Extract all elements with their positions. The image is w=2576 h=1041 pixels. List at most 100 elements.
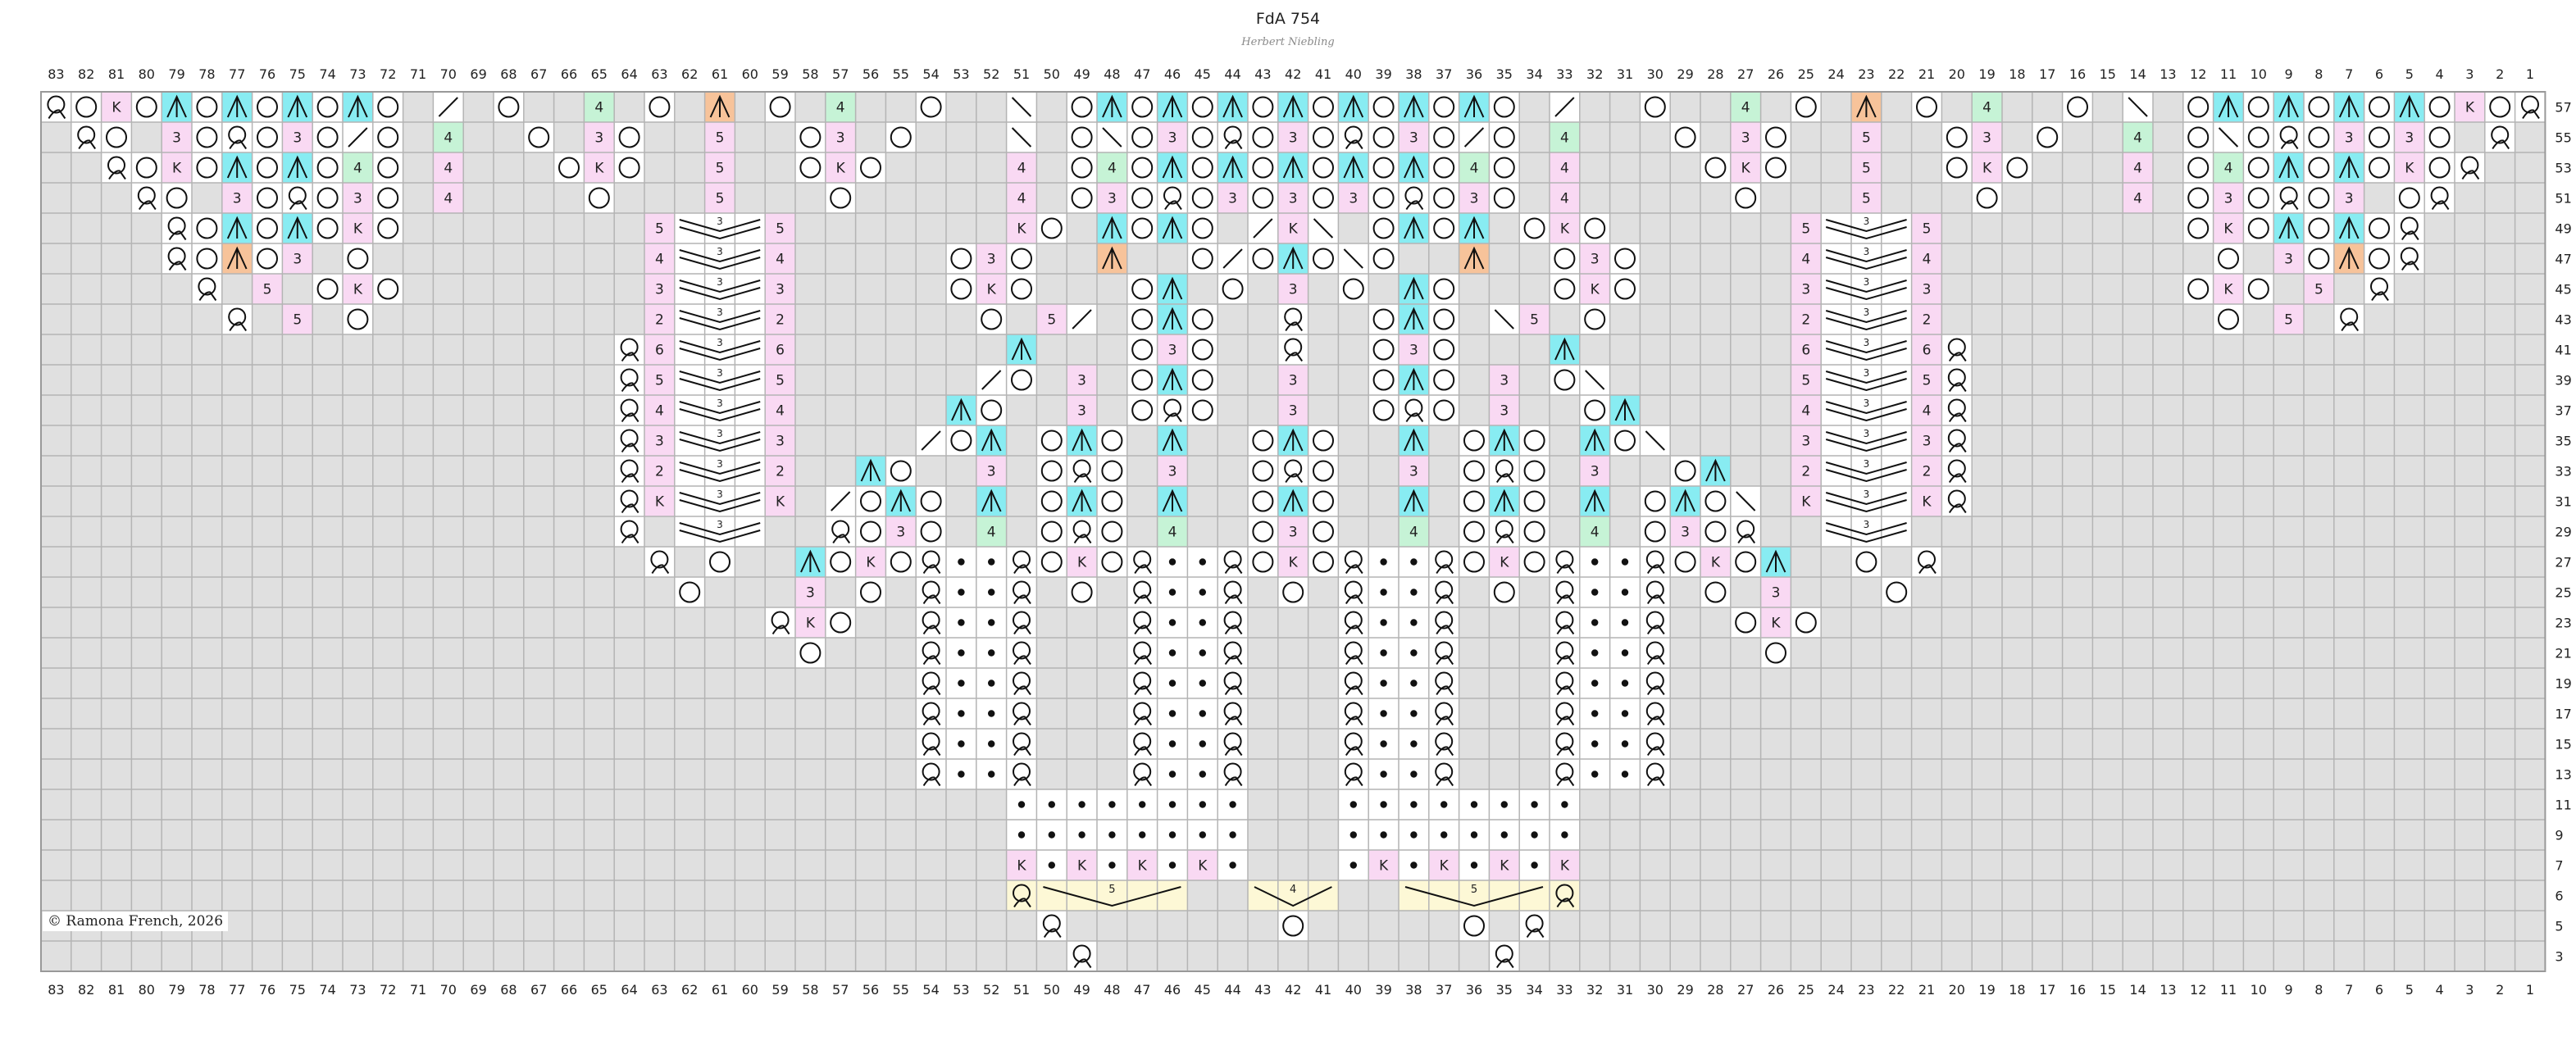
row-number: 39 [2555, 373, 2571, 389]
column-number: 2 [2496, 66, 2504, 82]
knit-into-back-symbol: K [1711, 555, 1721, 571]
column-number: 54 [922, 66, 939, 82]
purl-symbol [1621, 649, 1629, 657]
column-number: 42 [1285, 982, 1301, 998]
column-number: 1 [2526, 982, 2534, 998]
column-number: 27 [1737, 66, 1754, 82]
stitch-count-symbol: 3 [2345, 191, 2354, 207]
column-number: 49 [1073, 66, 1090, 82]
svg-text:3: 3 [717, 367, 723, 379]
purl-symbol [1078, 831, 1085, 839]
stitch-count-symbol: 2 [1801, 464, 1810, 480]
stitch-count-symbol: 3 [1591, 464, 1600, 480]
knit-into-back-symbol: K [1017, 858, 1026, 875]
stitch-count-symbol: 3 [1741, 130, 1750, 147]
row-number: 49 [2555, 221, 2571, 237]
column-number: 83 [48, 982, 64, 998]
column-number: 71 [410, 982, 426, 998]
knit-into-back-symbol: K [1771, 616, 1781, 632]
column-number: 2 [2496, 982, 2504, 998]
stitch-count-symbol: 5 [1047, 312, 1056, 329]
column-number: 59 [771, 982, 788, 998]
column-number: 50 [1044, 66, 1060, 82]
column-number: 64 [621, 66, 637, 82]
stitch-count-symbol: 3 [776, 282, 785, 298]
knit-into-back-symbol: K [1560, 858, 1570, 875]
purl-symbol [1168, 558, 1176, 566]
column-number: 8 [2314, 982, 2323, 998]
purl-symbol [1380, 801, 1387, 808]
purl-symbol [1380, 771, 1387, 778]
column-number: 75 [289, 66, 306, 82]
purl-symbol [988, 680, 995, 687]
stitch-count-symbol: 4 [1923, 403, 1932, 420]
column-number: 67 [530, 66, 547, 82]
stitch-count-symbol: 4 [987, 525, 996, 541]
stitch-count-symbol: 5 [1530, 312, 1539, 329]
purl-symbol [988, 589, 995, 596]
column-number: 34 [1526, 66, 1542, 82]
column-number: 35 [1496, 66, 1513, 82]
knit-into-back-symbol: K [2223, 221, 2233, 238]
column-number: 11 [2220, 66, 2237, 82]
stitch-count-symbol: 4 [1409, 525, 1418, 541]
column-number: 41 [1315, 982, 1331, 998]
column-number: 6 [2375, 66, 2383, 82]
purl-symbol [1168, 649, 1176, 657]
column-number: 8 [2314, 66, 2323, 82]
purl-symbol [1410, 771, 1418, 778]
column-number: 3 [2465, 66, 2474, 82]
column-number: 55 [893, 982, 909, 998]
stitch-count-symbol: 2 [1923, 464, 1932, 480]
stitch-count-symbol: 4 [1560, 130, 1569, 147]
purl-symbol [1199, 680, 1207, 687]
column-number: 18 [2009, 982, 2025, 998]
purl-symbol [1410, 740, 1418, 748]
svg-text:5: 5 [1471, 884, 1477, 896]
column-number: 45 [1195, 982, 1211, 998]
purl-symbol [1591, 589, 1599, 596]
stitch-count-symbol: 3 [2284, 252, 2293, 268]
purl-symbol [988, 649, 995, 657]
column-number: 14 [2129, 66, 2146, 82]
purl-symbol [1168, 801, 1176, 808]
column-number: 19 [1978, 66, 1995, 82]
column-number: 15 [2100, 982, 2116, 998]
column-number: 62 [681, 66, 698, 82]
column-number: 23 [1858, 66, 1874, 82]
purl-symbol [1591, 710, 1599, 717]
svg-text:3: 3 [717, 337, 723, 348]
column-number: 49 [1073, 982, 1090, 998]
stitch-count-symbol: 3 [1801, 434, 1810, 450]
column-number: 35 [1496, 982, 1513, 998]
stitch-count-symbol: 3 [1591, 252, 1600, 268]
stitch-count-symbol: 2 [776, 312, 785, 329]
purl-symbol [958, 589, 965, 596]
purl-symbol [1349, 801, 1358, 808]
column-number: 42 [1285, 66, 1301, 82]
column-number: 79 [168, 982, 184, 998]
column-number: 15 [2100, 66, 2116, 82]
svg-text:3: 3 [1864, 489, 1870, 500]
stitch-count-symbol: 3 [1923, 282, 1932, 298]
stitch-count-symbol: 3 [655, 282, 664, 298]
column-number: 46 [1164, 982, 1181, 998]
purl-symbol [1048, 801, 1056, 808]
column-number: 65 [591, 66, 608, 82]
knit-into-back-symbol: K [1138, 858, 1148, 875]
stitch-count-symbol: 3 [776, 434, 785, 450]
column-number: 48 [1104, 66, 1120, 82]
column-number: 1 [2526, 66, 2534, 82]
stitch-count-symbol: 3 [1077, 373, 1086, 389]
purl-symbol [1591, 740, 1599, 748]
column-number: 16 [2069, 982, 2086, 998]
purl-symbol [1380, 740, 1387, 748]
stitch-count-symbol: 3 [1168, 343, 1177, 359]
stitch-count-symbol: 4 [1982, 100, 1991, 116]
column-number: 56 [862, 982, 879, 998]
knit-into-back-symbol: K [1591, 282, 1600, 298]
stitch-count-symbol: 5 [1923, 221, 1932, 238]
stitch-count-symbol: 4 [1017, 191, 1026, 207]
stitch-count-symbol: 4 [2133, 130, 2142, 147]
stitch-count-symbol: 5 [1801, 373, 1810, 389]
